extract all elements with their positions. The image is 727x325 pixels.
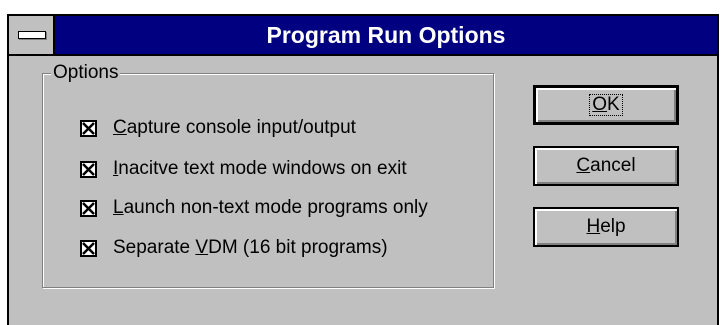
launch-non-text-checkbox[interactable]: [80, 199, 97, 217]
system-menu-icon: [18, 31, 46, 39]
capture-console-checkbox[interactable]: [80, 119, 97, 137]
check-x-icon: [82, 162, 95, 176]
check-x-icon: [82, 121, 95, 135]
separate-vdm-checkbox[interactable]: [80, 239, 97, 257]
help-button[interactable]: Help: [533, 207, 679, 247]
cancel-button-label: Cancel: [576, 155, 636, 176]
ok-button[interactable]: OK: [533, 85, 679, 125]
help-button-label: Help: [586, 216, 626, 237]
capture-console-label: Capture console input/output: [113, 117, 356, 138]
ok-button-label: OK: [589, 94, 623, 116]
dialog-title: Program Run Options: [266, 22, 506, 48]
check-x-icon: [82, 241, 95, 255]
title-bar: Program Run Options: [9, 16, 717, 56]
option-capture-console[interactable]: Capture console input/output: [80, 115, 356, 141]
cancel-button[interactable]: Cancel: [533, 146, 679, 186]
inactive-text-windows-label: Inacitve text mode windows on exit: [113, 158, 407, 179]
option-launch-non-text[interactable]: Launch non-text mode programs only: [80, 195, 428, 221]
check-x-icon: [82, 201, 95, 215]
option-separate-vdm[interactable]: Separate VDM (16 bit programs): [80, 235, 388, 261]
system-menu-button[interactable]: [9, 16, 55, 54]
inactive-text-windows-checkbox[interactable]: [80, 160, 97, 178]
option-inactive-text-windows[interactable]: Inacitve text mode windows on exit: [80, 156, 407, 182]
options-group-label: Options: [51, 62, 121, 84]
separate-vdm-label: Separate VDM (16 bit programs): [113, 237, 388, 258]
launch-non-text-label: Launch non-text mode programs only: [113, 197, 428, 218]
